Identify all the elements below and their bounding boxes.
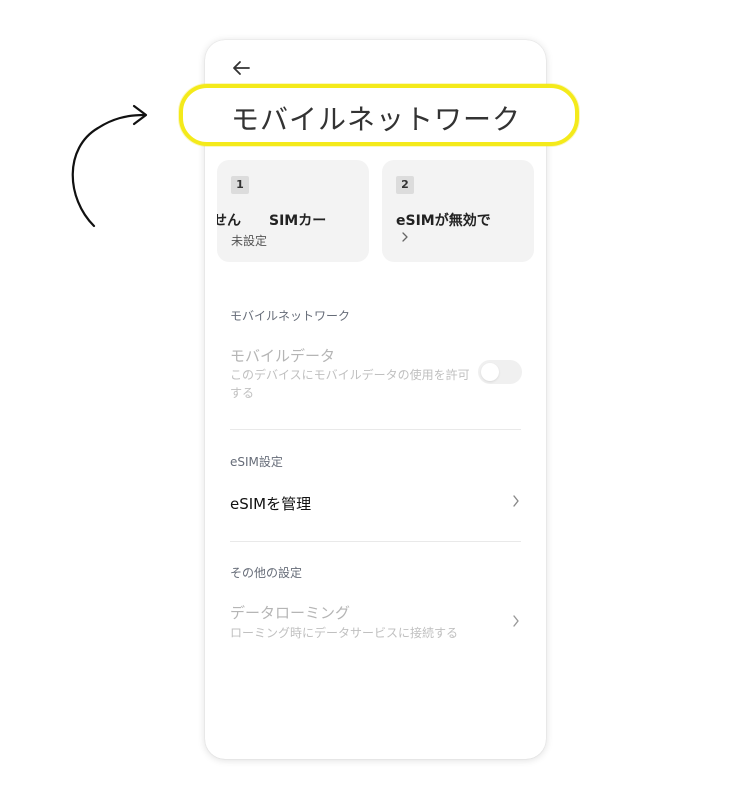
page-title: モバイルネットワーク — [231, 103, 522, 136]
highlighted-page-title: モバイルネットワーク — [179, 84, 579, 146]
data-roaming-title: データローミング — [230, 604, 351, 622]
sim-card-status: 未設定 — [231, 234, 268, 248]
sim-slot-badge: 1 — [231, 176, 249, 194]
sim-card-2[interactable]: 2 eSIMが無効で — [382, 160, 534, 262]
data-roaming-subtitle: ローミング時にデータサービスに接続する — [230, 626, 459, 640]
phone-screen: 1 せん SIMカー 未設定 2 eSIMが無効で モバイルネットワーク モバイ… — [205, 40, 546, 759]
sim-card-name: eSIMが無効で — [396, 213, 491, 229]
section-label-esim: eSIM設定 — [230, 455, 283, 469]
divider — [230, 541, 521, 542]
mobile-data-toggle[interactable] — [478, 360, 522, 384]
chevron-right-icon — [513, 495, 519, 507]
sim-slot-badge: 2 — [396, 176, 414, 194]
sim-card-1[interactable]: 1 せん SIMカー 未設定 — [217, 160, 369, 262]
chevron-right-icon — [402, 232, 408, 242]
toggle-knob — [481, 363, 499, 381]
back-arrow-icon[interactable] — [229, 56, 253, 80]
annotation-arrow-icon — [71, 104, 148, 228]
mobile-data-title: モバイルデータ — [230, 347, 336, 365]
chevron-right-icon[interactable] — [511, 614, 521, 628]
section-label-other: その他の設定 — [230, 566, 303, 580]
section-label-mobile-network: モバイルネットワーク — [230, 309, 351, 323]
mobile-data-subtitle: このデバイスにモバイルデータの使用を許可する — [230, 368, 470, 400]
sim-card-name: せん SIMカー — [217, 213, 327, 229]
divider — [230, 429, 521, 430]
manage-esim-item[interactable]: eSIMを管理 — [230, 493, 311, 514]
